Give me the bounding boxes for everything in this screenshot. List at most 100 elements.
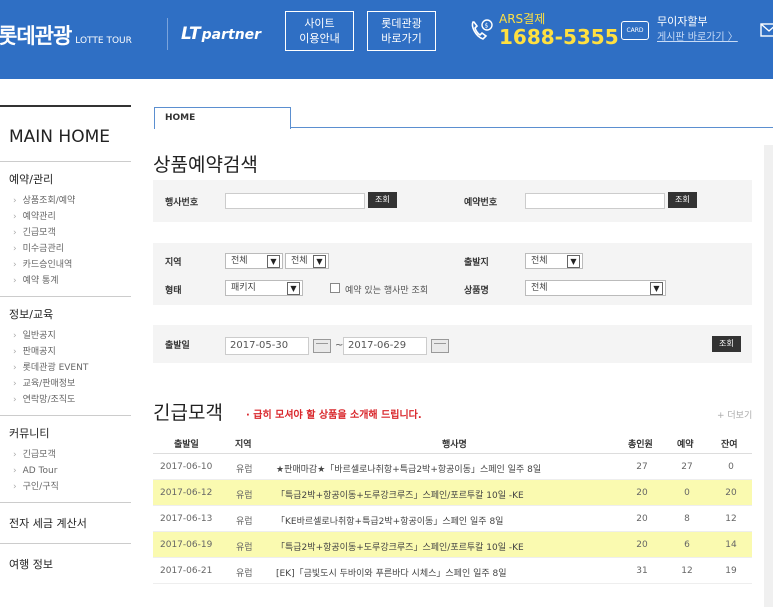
lt-partner-logo[interactable]: LTpartner <box>181 24 261 44</box>
col-departure-date: 출발일 <box>174 440 199 450</box>
only-reserved-checkbox[interactable] <box>330 283 340 293</box>
event-number-search-button[interactable]: 조회 <box>368 192 397 208</box>
cell-remaining: 20 <box>725 488 737 498</box>
cell-total: 27 <box>636 462 648 472</box>
lt-mark: LT <box>181 24 201 44</box>
cell-region: 유럽 <box>236 465 253 475</box>
sidebar-section-tax-invoice: 전자 세금 계산서 <box>0 502 131 543</box>
date-search-button[interactable]: 조회 <box>712 336 741 352</box>
urgent-recruit-table: 출발일 지역 행사명 총인원 예약 잔여 2017-06-10 유럽 ★판매마감★「… <box>153 430 752 584</box>
sidebar-item-event[interactable]: 롯데관광 EVENT <box>9 360 131 376</box>
table-row[interactable]: 2017-06-19 유럽 「특급2박+항공이동+도루강크루즈」스페인/포르투칼 1… <box>153 532 752 558</box>
region-select-2[interactable]: 전체 <box>285 253 329 269</box>
form-row-region-type: 지역 전체 전체 출발지 전체 형태 패키지 예약 있는 행사만 조회 상품명 … <box>153 243 752 305</box>
svg-text:$: $ <box>485 23 489 30</box>
sidebar-item-general-notice[interactable]: 일반공지 <box>9 328 131 344</box>
urgent-recruit-title: 긴급모객 <box>153 402 223 424</box>
lotte-shortcut-line1: 롯데관광 <box>381 17 422 30</box>
sidebar-item-card-approval[interactable]: 카드승인내역 <box>9 257 131 273</box>
departure-select[interactable]: 전체 <box>525 253 583 269</box>
vertical-scrollbar[interactable] <box>764 145 773 607</box>
logo-subtext: LOTTE TOUR <box>75 36 132 46</box>
sidebar-section-title[interactable]: 정보/교육 <box>9 306 131 322</box>
product-name-select[interactable]: 전체 <box>525 280 666 296</box>
page-title: 상품예약검색 <box>153 154 258 176</box>
cell-reserved: 8 <box>684 514 690 524</box>
mail-icon[interactable] <box>760 22 773 38</box>
lotte-tour-logo[interactable]: 롯데관광 LOTTE TOUR <box>0 20 132 50</box>
type-select[interactable]: 패키지 <box>225 280 303 296</box>
event-number-input[interactable] <box>225 193 365 209</box>
departure-date-label: 출발일 <box>165 341 190 351</box>
region-select-1[interactable]: 전체 <box>225 253 283 269</box>
cell-event-name[interactable]: [EK]「금빛도시 두바이와 푸른바다 시체스」스페인 일주 8일 <box>276 566 507 579</box>
sidebar-item-receivables[interactable]: 미수금관리 <box>9 241 131 257</box>
cell-event-name[interactable]: ★판매마감★「바르셀로나취항+특급2박+항공이동」스페인 일주 8일 <box>276 462 541 475</box>
only-reserved-label: 예약 있는 행사만 조회 <box>345 286 429 296</box>
table-row[interactable]: 2017-06-10 유럽 ★판매마감★「바르셀로나취항+특급2박+항공이동」스페인… <box>153 454 752 480</box>
region-label: 지역 <box>165 258 182 268</box>
cell-date: 2017-06-12 <box>160 488 213 498</box>
reservation-number-search-button[interactable]: 조회 <box>668 192 697 208</box>
lotte-tour-shortcut-button[interactable]: 롯데관광 바로가기 <box>367 11 436 51</box>
more-link[interactable]: + 더보기 <box>717 408 752 421</box>
col-event-name: 행사명 <box>442 440 467 450</box>
sidebar-item-jobs[interactable]: 구인/구직 <box>9 479 131 495</box>
tab-underline <box>290 127 773 128</box>
cell-date: 2017-06-21 <box>160 566 213 576</box>
tab-home[interactable]: HOME <box>154 107 291 129</box>
cell-remaining: 12 <box>725 514 737 524</box>
form-row-date: 출발일 2017-05-30 ~ 2017-06-29 조회 <box>153 325 752 363</box>
cell-total: 31 <box>636 566 648 576</box>
cell-remaining: 0 <box>728 462 734 472</box>
calendar-icon[interactable] <box>431 339 449 353</box>
sidebar-item-urgent-recruit[interactable]: 긴급모객 <box>9 225 131 241</box>
sidebar-item-product-search[interactable]: 상품조회/예약 <box>9 193 131 209</box>
site-guide-line1: 사이트 <box>304 17 335 30</box>
date-from-input[interactable]: 2017-05-30 <box>225 337 309 355</box>
sidebar-item-urgent-recruit-community[interactable]: 긴급모객 <box>9 447 131 463</box>
sidebar-section-travel-info: 여행 정보 <box>0 543 131 584</box>
cell-event-name[interactable]: 「특급2박+항공이동+도루강크루즈」스페인/포르투칼 10일 -KE <box>276 540 524 553</box>
cell-total: 20 <box>636 488 648 498</box>
cell-reserved: 27 <box>681 462 693 472</box>
sidebar-item-contacts[interactable]: 연락망/조직도 <box>9 392 131 408</box>
cell-event-name[interactable]: 「특급2박+항공이동+도루강크루즈」스페인/포르투칼 10일 -KE <box>276 488 524 501</box>
sidebar-section-title[interactable]: 여행 정보 <box>9 556 131 572</box>
table-row[interactable]: 2017-06-13 유럽 「KE바르셀로나취항+특급2박+항공이동」스페인 일주 … <box>153 506 752 532</box>
sidebar-section-info: 정보/교육 일반공지 판매공지 롯데관광 EVENT 교육/판매정보 연락망/조… <box>0 296 131 415</box>
table-row[interactable]: 2017-06-21 유럽 [EK]「금빛도시 두바이와 푸른바다 시체스」스페인 … <box>153 558 752 584</box>
cell-date: 2017-06-13 <box>160 514 213 524</box>
sidebar-item-sales-notice[interactable]: 판매공지 <box>9 344 131 360</box>
sidebar-item-ad-tour[interactable]: AD Tour <box>9 463 131 479</box>
phone-call-icon: $ <box>471 19 493 40</box>
date-to-input[interactable]: 2017-06-29 <box>343 337 427 355</box>
table-row[interactable]: 2017-06-12 유럽 「특급2박+항공이동+도루강크루즈」스페인/포르투칼 1… <box>153 480 752 506</box>
cell-date: 2017-06-10 <box>160 462 213 472</box>
sidebar-item-education[interactable]: 교육/판매정보 <box>9 376 131 392</box>
form-row-numbers: 행사번호 조회 예약번호 조회 <box>153 180 752 222</box>
ars-phone-number: 1688-5355 <box>499 25 619 49</box>
cell-reserved: 0 <box>684 488 690 498</box>
reservation-number-input[interactable] <box>525 193 665 209</box>
sidebar-section-title[interactable]: 커뮤니티 <box>9 425 131 441</box>
lotte-shortcut-line2: 바로가기 <box>381 32 422 45</box>
sidebar-section-title[interactable]: 예약/관리 <box>9 171 131 187</box>
cell-event-name[interactable]: 「KE바르셀로나취항+특급2박+항공이동」스페인 일주 8일 <box>276 514 503 527</box>
header-divider <box>167 18 168 50</box>
col-reserved: 예약 <box>677 440 694 450</box>
calendar-icon[interactable] <box>313 339 331 353</box>
col-total: 총인원 <box>628 440 653 450</box>
cell-reserved: 6 <box>684 540 690 550</box>
main-home-link[interactable]: MAIN HOME <box>0 107 131 161</box>
col-region: 지역 <box>235 440 252 450</box>
sidebar-item-reservation-stats[interactable]: 예약 통계 <box>9 273 131 289</box>
cell-region: 유럽 <box>236 517 253 527</box>
cell-reserved: 12 <box>681 566 693 576</box>
installment-board-link[interactable]: 게시판 바로가기 〉 <box>657 28 738 43</box>
sidebar-item-reservation-manage[interactable]: 예약관리 <box>9 209 131 225</box>
sidebar-section-community: 커뮤니티 긴급모객 AD Tour 구인/구직 <box>0 415 131 502</box>
sidebar-section-title[interactable]: 전자 세금 계산서 <box>9 515 131 531</box>
event-number-label: 행사번호 <box>165 198 199 208</box>
site-guide-button[interactable]: 사이트 이용안내 <box>285 11 354 51</box>
